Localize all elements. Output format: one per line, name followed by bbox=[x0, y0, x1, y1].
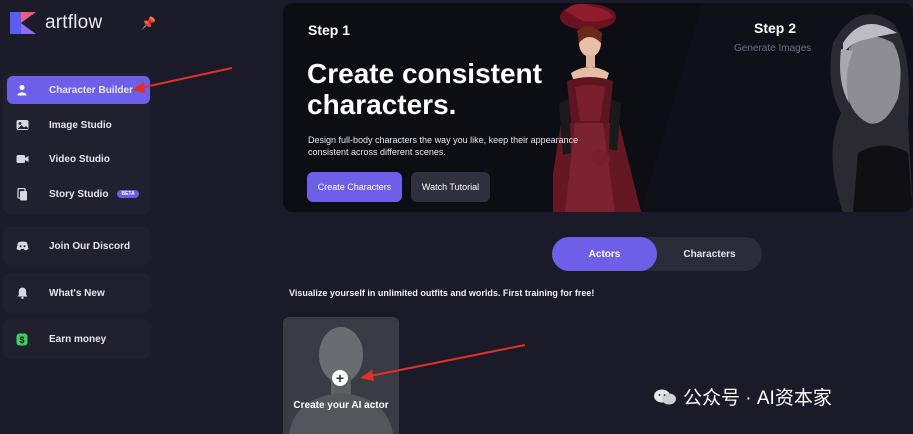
watermark: 公众号 · AI资本家 bbox=[653, 383, 832, 410]
annotation-arrows bbox=[132, 67, 526, 381]
arrow-head-card-icon bbox=[360, 370, 374, 381]
wechat-icon bbox=[654, 389, 676, 404]
arrow-line-card bbox=[369, 344, 526, 377]
watermark-text: 公众号 · AI资本家 bbox=[683, 388, 832, 409]
arrow-head-sidebar-icon bbox=[132, 82, 145, 93]
arrow-line-sidebar bbox=[139, 67, 233, 89]
